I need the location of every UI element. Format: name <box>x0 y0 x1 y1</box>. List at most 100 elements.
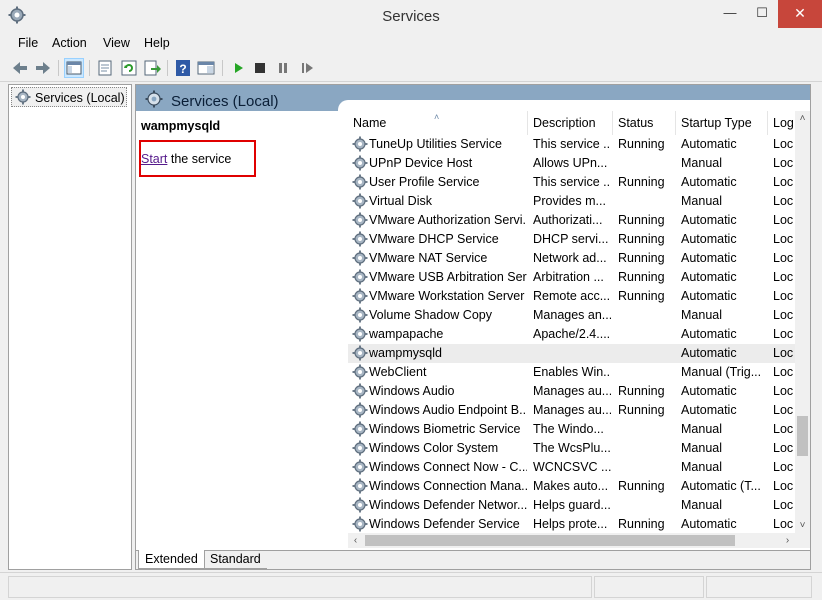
status-panel <box>706 576 812 598</box>
service-name: Windows Audio Endpoint B... <box>369 403 527 417</box>
service-startup-type: Automatic <box>681 251 737 265</box>
gear-icon <box>352 326 368 342</box>
service-description: Manages au... <box>533 403 611 417</box>
menu-help[interactable]: Help <box>144 36 170 50</box>
service-row[interactable]: WebClient Enables Win... Manual (Trig... Lo… <box>348 363 810 382</box>
maximize-button[interactable]: ☐ <box>746 0 778 28</box>
service-name: wampapache <box>369 327 444 341</box>
service-description: Manages an... <box>533 308 611 322</box>
service-row[interactable]: Windows Connect Now - C... WCNCSVC ... Man… <box>348 458 810 477</box>
column-status[interactable]: Status <box>613 111 676 135</box>
column-name[interactable]: Name ˄ <box>348 111 528 135</box>
service-startup-type: Manual <box>681 422 722 436</box>
horizontal-scroll-thumb[interactable] <box>365 535 735 546</box>
service-row[interactable]: wampmysqld Automatic Loc <box>348 344 810 363</box>
service-startup-type: Automatic <box>681 137 737 151</box>
help-icon[interactable]: ? <box>173 58 193 78</box>
service-row[interactable]: VMware DHCP Service DHCP servi... Running A… <box>348 230 810 249</box>
service-status: Running <box>618 479 665 493</box>
service-startup-type: Automatic <box>681 384 737 398</box>
service-row[interactable]: VMware Workstation Server Remote acc... Ru… <box>348 287 810 306</box>
service-rows: TuneUp Utilities Service This service ...… <box>348 135 810 533</box>
gear-icon <box>352 269 368 285</box>
scroll-down-button[interactable]: ˅ <box>795 518 810 533</box>
scroll-up-button[interactable]: ˄ <box>795 111 810 126</box>
scroll-right-button[interactable]: › <box>780 533 795 548</box>
scrollbar-corner <box>795 533 810 548</box>
service-row[interactable]: UPnP Device Host Allows UPn... Manual Loc <box>348 154 810 173</box>
back-icon[interactable] <box>10 58 30 78</box>
stop-icon[interactable] <box>250 58 270 78</box>
service-name: wampmysqld <box>369 346 442 360</box>
service-name: Windows Defender Networ... <box>369 498 527 512</box>
service-row[interactable]: VMware USB Arbitration Ser... Arbitration… <box>348 268 810 287</box>
service-startup-type: Automatic <box>681 403 737 417</box>
service-row[interactable]: Windows Defender Networ... Helps guard...… <box>348 496 810 515</box>
service-row[interactable]: Windows Connection Mana... Makes auto... R… <box>348 477 810 496</box>
console-tree-icon[interactable] <box>64 58 84 78</box>
gear-icon <box>352 421 368 437</box>
gear-icon <box>352 212 368 228</box>
service-row[interactable]: Windows Biometric Service The Windo... Man… <box>348 420 810 439</box>
minimize-button[interactable]: — <box>714 0 746 28</box>
column-startup-type[interactable]: Startup Type <box>676 111 768 135</box>
service-row[interactable]: User Profile Service This service ... Runn… <box>348 173 810 192</box>
menu-file[interactable]: File <box>18 36 38 50</box>
horizontal-scrollbar[interactable]: ‹ › <box>348 533 795 548</box>
service-row[interactable]: VMware NAT Service Network ad... Running Au… <box>348 249 810 268</box>
gear-icon <box>352 136 368 152</box>
tab-extended[interactable]: Extended <box>138 550 205 569</box>
start-service-link[interactable]: Start <box>141 152 167 166</box>
start-service-action: Start the service <box>141 152 231 166</box>
properties-icon[interactable] <box>95 58 115 78</box>
service-description: Manages au... <box>533 384 611 398</box>
service-row[interactable]: wampapache Apache/2.4.... Automatic Loc <box>348 325 810 344</box>
pause-icon[interactable] <box>273 58 293 78</box>
gear-icon <box>352 231 368 247</box>
services-list: Name ˄ Description Status Startup Type Lo… <box>348 111 810 533</box>
gear-icon <box>352 383 368 399</box>
service-row[interactable]: Virtual Disk Provides m... Manual Loc <box>348 192 810 211</box>
service-row[interactable]: Volume Shadow Copy Manages an... Manual Loc <box>348 306 810 325</box>
vertical-scroll-thumb[interactable] <box>797 416 808 456</box>
service-row[interactable]: Windows Color System The WcsPlu... Manual L… <box>348 439 810 458</box>
column-description[interactable]: Description <box>528 111 613 135</box>
gear-icon <box>352 402 368 418</box>
export-list-icon[interactable] <box>142 58 162 78</box>
service-row[interactable]: VMware Authorization Servi... Authorizati… <box>348 211 810 230</box>
pane-title: Services (Local) <box>171 93 279 110</box>
service-name: Windows Audio <box>369 384 455 398</box>
show-hide-icon[interactable] <box>196 58 216 78</box>
service-name: Virtual Disk <box>369 194 432 208</box>
service-row[interactable]: Windows Audio Endpoint B... Manages au...… <box>348 401 810 420</box>
refresh-icon[interactable] <box>119 58 139 78</box>
pane-header: Services (Local) <box>136 85 810 112</box>
start-icon[interactable] <box>228 58 248 78</box>
service-startup-type: Automatic <box>681 346 737 360</box>
service-startup-type: Manual (Trig... <box>681 365 762 379</box>
tree-item-label: Services (Local) <box>35 91 125 105</box>
window-title: Services <box>382 8 440 25</box>
service-row[interactable]: Windows Audio Manages au... Running Automat… <box>348 382 810 401</box>
close-button[interactable]: ✕ <box>778 0 822 28</box>
tree-item-services-local[interactable]: Services (Local) <box>11 87 127 107</box>
service-startup-type: Automatic <box>681 517 737 531</box>
service-row[interactable]: TuneUp Utilities Service This service ...… <box>348 135 810 154</box>
service-row[interactable]: Windows Defender Service Helps prote... Ru… <box>348 515 810 533</box>
menu-view[interactable]: View <box>103 36 130 50</box>
service-description: DHCP servi... <box>533 232 609 246</box>
scroll-left-button[interactable]: ‹ <box>348 533 363 548</box>
menu-action[interactable]: Action <box>52 36 87 50</box>
service-description: Makes auto... <box>533 479 609 493</box>
tab-standard[interactable]: Standard <box>204 550 267 569</box>
title-bar: Services — ☐ ✕ <box>0 0 822 32</box>
service-description: Provides m... <box>533 194 606 208</box>
service-name: UPnP Device Host <box>369 156 473 170</box>
restart-icon[interactable] <box>297 58 317 78</box>
vertical-scrollbar[interactable]: ˄ ˅ <box>795 111 810 533</box>
service-description: Authorizati... <box>533 213 603 227</box>
service-name: Windows Defender Service <box>369 517 520 531</box>
service-description: WCNCSVC ... <box>533 460 611 474</box>
forward-icon[interactable] <box>33 58 53 78</box>
services-pane: Services (Local) wampmysqld Start the se… <box>135 84 811 570</box>
